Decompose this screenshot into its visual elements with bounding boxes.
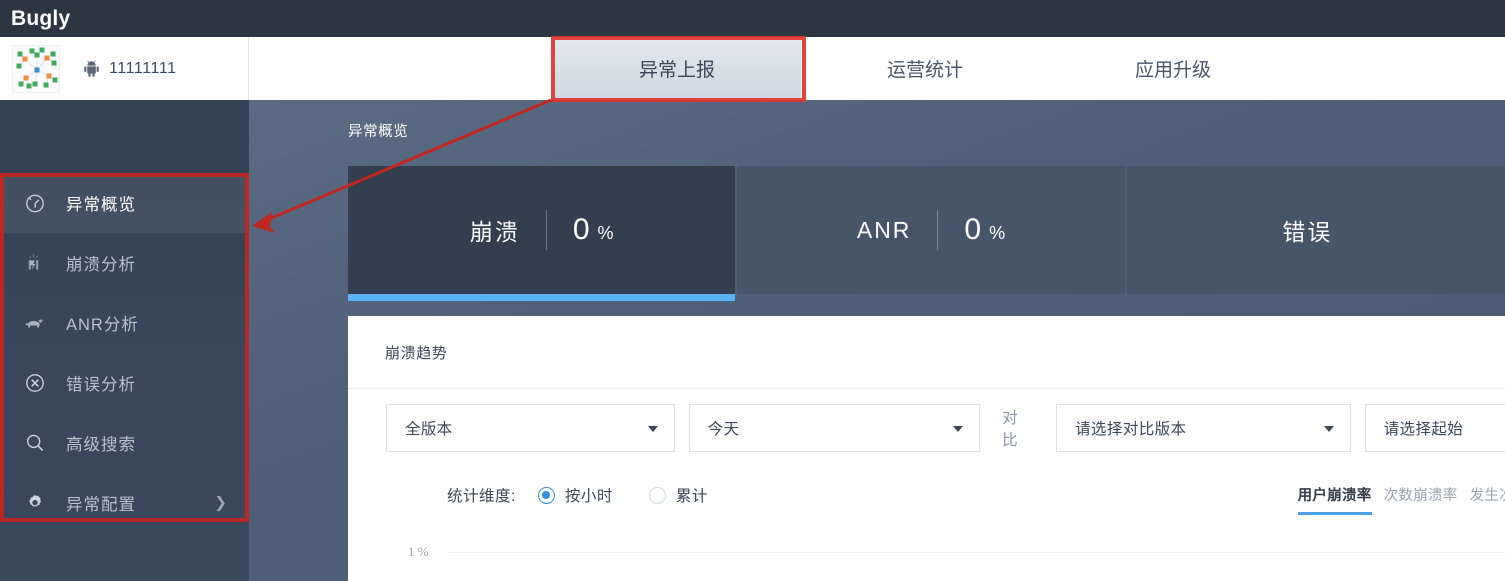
- divider: [348, 388, 1505, 389]
- chart-gridline: [447, 552, 1505, 553]
- tab-user-crash-rate[interactable]: 用户崩溃率: [1297, 484, 1372, 515]
- stat-card-anr[interactable]: ANR 0 %: [737, 166, 1125, 294]
- circle-x-icon: [22, 370, 48, 396]
- stat-card-content: 错误: [1282, 213, 1358, 247]
- sidebar-item-crash-analysis[interactable]: 崩溃分析: [0, 233, 249, 293]
- chevron-down-icon: [1323, 426, 1334, 432]
- stat-card-label: ANR: [856, 216, 912, 243]
- stat-card-label: 崩溃: [469, 219, 520, 245]
- crash-icon: [22, 250, 48, 276]
- sidebar-item-anr-analysis[interactable]: ANR分析: [0, 293, 249, 353]
- nav-tab-app-upgrade[interactable]: 应用升级: [1049, 37, 1297, 100]
- sidebar-item-label: 高级搜索: [66, 436, 136, 454]
- stat-card-value-wrap: 0 %: [547, 213, 614, 247]
- radio-by-hour[interactable]: 按小时: [537, 484, 613, 506]
- gear-icon: [22, 490, 48, 516]
- stat-card-unit: %: [989, 223, 1006, 243]
- top-bar: Bugly: [0, 0, 1505, 37]
- radio-label: 累计: [675, 488, 708, 505]
- sidebar-item-label: 异常配置: [66, 496, 136, 514]
- sidebar-item-error-analysis[interactable]: 错误分析: [0, 353, 249, 413]
- main-nav-tabs: 异常上报 运营统计 应用升级: [249, 37, 1505, 100]
- filter-bar: 全版本 今天 对比 请选择对比版本 请选择起始: [386, 404, 1505, 452]
- panel-title: 崩溃趋势: [385, 345, 448, 362]
- tab-occurrence-count[interactable]: 发生次: [1470, 484, 1505, 515]
- stat-card-active-underline: [348, 294, 736, 301]
- compare-version-select-value: 请选择对比版本: [1075, 421, 1187, 438]
- chevron-down-icon: [647, 426, 658, 432]
- compare-start-select-value: 请选择起始: [1383, 421, 1464, 438]
- content-area: 异常概览 崩溃 0 % ANR 0 % 错误 崩溃趋势 全版本 今天 对比 请选…: [249, 100, 1505, 581]
- stat-card-content: 崩溃 0 %: [470, 210, 614, 250]
- period-select-value: 今天: [707, 421, 740, 438]
- sidebar-item-label: 崩溃分析: [66, 256, 136, 274]
- chevron-down-icon: [953, 426, 964, 432]
- bugly-console-page: Bugly 11111111 异常上报 运营统计 应用升级 异常概览 崩溃分析 …: [0, 0, 1505, 581]
- stat-card-error[interactable]: 错误: [1126, 166, 1505, 294]
- version-select-value: 全版本: [405, 421, 453, 438]
- sidebar-item-exception-config[interactable]: 异常配置 ❯: [0, 473, 249, 533]
- sidebar-item-label: ANR分析: [66, 316, 139, 334]
- stat-card-unit: %: [597, 223, 614, 243]
- radio-cumulative[interactable]: 累计: [648, 484, 708, 506]
- radio-dot: [648, 486, 666, 504]
- dimension-label: 统计维度:: [447, 488, 516, 505]
- radio-label: 按小时: [564, 488, 613, 505]
- stat-card-value: 0: [572, 213, 590, 246]
- radio-dot: [537, 486, 555, 504]
- chart-metric-tabs: 用户崩溃率 次数崩溃率 发生次: [1297, 484, 1505, 515]
- sidebar-item-label: 错误分析: [66, 376, 136, 394]
- nav-tab-operation-stats[interactable]: 运营统计: [801, 37, 1049, 100]
- compare-version-select[interactable]: 请选择对比版本: [1056, 404, 1351, 452]
- stat-card-content: ANR 0 %: [857, 210, 1005, 250]
- dashboard-clock-icon: [22, 190, 48, 216]
- chart-y-tick-label: 1 %: [408, 544, 429, 559]
- search-icon: [22, 430, 48, 456]
- sidebar: 异常概览 崩溃分析 ANR分析 错误分析 高级搜索 异常配置 ❯: [0, 100, 249, 581]
- turtle-icon: [22, 310, 48, 336]
- brand-logo: Bugly: [11, 7, 71, 30]
- crash-trend-panel: 崩溃趋势 全版本 今天 对比 请选择对比版本 请选择起始 统计维度: 按小时 累…: [348, 316, 1505, 581]
- chevron-right-icon: ❯: [214, 494, 227, 512]
- sidebar-item-label: 异常概览: [66, 196, 136, 214]
- android-icon: [84, 60, 99, 77]
- sidebar-item-advanced-search[interactable]: 高级搜索: [0, 413, 249, 473]
- stat-card-label: 错误: [1282, 219, 1333, 245]
- tab-count-crash-rate[interactable]: 次数崩溃率: [1384, 484, 1458, 515]
- compare-start-select[interactable]: 请选择起始: [1364, 404, 1505, 452]
- stat-card-crash[interactable]: 崩溃 0 %: [348, 166, 736, 301]
- overview-stat-cards: 崩溃 0 % ANR 0 % 错误: [348, 166, 1505, 301]
- compare-label: 对比: [1002, 410, 1019, 449]
- dimension-row: 统计维度: 按小时 累计: [447, 484, 744, 506]
- stat-card-value: 0: [964, 213, 982, 246]
- network-graph-icon: [12, 44, 60, 93]
- page-title: 异常概览: [348, 124, 409, 140]
- sidebar-item-exception-overview[interactable]: 异常概览: [0, 173, 249, 233]
- version-select[interactable]: 全版本: [386, 404, 675, 452]
- nav-tab-exception-report[interactable]: 异常上报: [553, 37, 801, 100]
- app-id-label: 11111111: [109, 59, 177, 77]
- period-select[interactable]: 今天: [688, 404, 981, 452]
- stat-card-value-wrap: 0 %: [938, 213, 1005, 247]
- header-row: 11111111 异常上报 运营统计 应用升级: [0, 37, 1505, 100]
- app-info: 11111111: [0, 37, 249, 100]
- sidebar-top-spacer: [0, 100, 249, 173]
